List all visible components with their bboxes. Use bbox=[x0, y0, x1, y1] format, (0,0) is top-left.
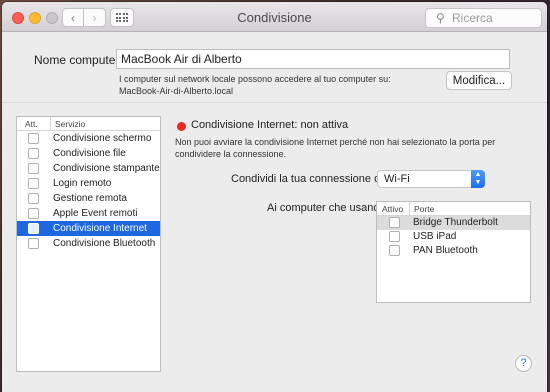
service-checkbox[interactable] bbox=[28, 223, 39, 234]
share-from-popup[interactable]: Wi-Fi ▲ ▼ bbox=[377, 170, 485, 188]
status-title: Condivisione Internet: non attiva bbox=[191, 119, 349, 131]
service-label: Condivisione file bbox=[53, 148, 126, 159]
port-label: PAN Bluetooth bbox=[413, 245, 478, 256]
service-checkbox[interactable] bbox=[28, 163, 39, 174]
service-row[interactable]: Login remoto bbox=[17, 176, 160, 191]
computer-name-label: Nome computer: bbox=[34, 53, 123, 67]
search-icon: ⚲ bbox=[436, 11, 445, 25]
column-header-ports[interactable]: Porte bbox=[409, 202, 434, 216]
edit-button[interactable]: Modifica... bbox=[446, 71, 512, 90]
ports-list: Attivo Porte Bridge Thunderbolt USB iPad… bbox=[376, 201, 531, 303]
service-row[interactable]: Condivisione file bbox=[17, 146, 160, 161]
local-hostname: MacBook-Air-di-Alberto.local bbox=[119, 86, 234, 96]
service-row-selected[interactable]: Condivisione Internet bbox=[17, 221, 160, 236]
service-label: Condivisione schermo bbox=[53, 133, 152, 144]
port-checkbox[interactable] bbox=[389, 217, 400, 228]
service-row[interactable]: Condivisione stampante bbox=[17, 161, 160, 176]
search-placeholder: Ricerca bbox=[452, 11, 493, 25]
port-row[interactable]: USB iPad bbox=[377, 230, 530, 244]
service-row[interactable]: Condivisione Bluetooth bbox=[17, 236, 160, 251]
service-row[interactable]: Condivisione schermo bbox=[17, 131, 160, 146]
services-list: Att. Servizio Condivisione schermo Condi… bbox=[16, 116, 161, 372]
service-label: Apple Event remoti bbox=[53, 208, 138, 219]
computer-name-field[interactable]: MacBook Air di Alberto bbox=[116, 49, 510, 69]
service-checkbox[interactable] bbox=[28, 208, 39, 219]
column-header-active[interactable]: Attivo bbox=[382, 204, 403, 214]
status-description: Non puoi avviare la condivisione Interne… bbox=[175, 137, 496, 159]
services-list-header: Att. Servizio bbox=[17, 117, 160, 131]
search-field[interactable]: ⚲ Ricerca bbox=[425, 8, 542, 28]
updown-chevron-icon: ▲ ▼ bbox=[471, 170, 485, 188]
port-label: USB iPad bbox=[413, 231, 457, 242]
service-row[interactable]: Apple Event remoti bbox=[17, 206, 160, 221]
service-checkbox[interactable] bbox=[28, 238, 39, 249]
service-checkbox[interactable] bbox=[28, 148, 39, 159]
service-label: Condivisione stampante bbox=[53, 163, 160, 174]
service-label: Login remoto bbox=[53, 178, 112, 189]
port-row[interactable]: PAN Bluetooth bbox=[377, 244, 530, 258]
divider bbox=[2, 102, 547, 103]
info-line: I computer sul network locale possono ac… bbox=[119, 74, 391, 84]
column-header-active[interactable]: Att. bbox=[25, 119, 38, 129]
service-label: Condivisione Internet bbox=[53, 223, 147, 234]
status-indicator bbox=[177, 122, 186, 131]
column-header-service[interactable]: Servizio bbox=[50, 117, 85, 131]
service-label: Condivisione Bluetooth bbox=[53, 238, 156, 249]
title-bar: ‹ › Condivisione ⚲ Ricerca bbox=[2, 2, 547, 32]
service-checkbox[interactable] bbox=[28, 178, 39, 189]
to-computers-label: Ai computer che usano: bbox=[267, 202, 383, 214]
ports-list-header: Attivo Porte bbox=[377, 202, 530, 216]
computer-name-info: I computer sul network locale possono ac… bbox=[119, 73, 391, 97]
help-button[interactable]: ? bbox=[515, 355, 532, 372]
port-checkbox[interactable] bbox=[389, 231, 400, 242]
service-label: Gestione remota bbox=[53, 193, 127, 204]
service-checkbox[interactable] bbox=[28, 133, 39, 144]
port-row[interactable]: Bridge Thunderbolt bbox=[377, 216, 530, 230]
preferences-window: ‹ › Condivisione ⚲ Ricerca Nome computer… bbox=[2, 2, 547, 392]
service-checkbox[interactable] bbox=[28, 193, 39, 204]
share-from-label: Condividi la tua connessione da: bbox=[231, 173, 390, 185]
port-label: Bridge Thunderbolt bbox=[413, 217, 498, 228]
port-checkbox[interactable] bbox=[389, 245, 400, 256]
service-row[interactable]: Gestione remota bbox=[17, 191, 160, 206]
share-from-value: Wi-Fi bbox=[384, 173, 410, 185]
